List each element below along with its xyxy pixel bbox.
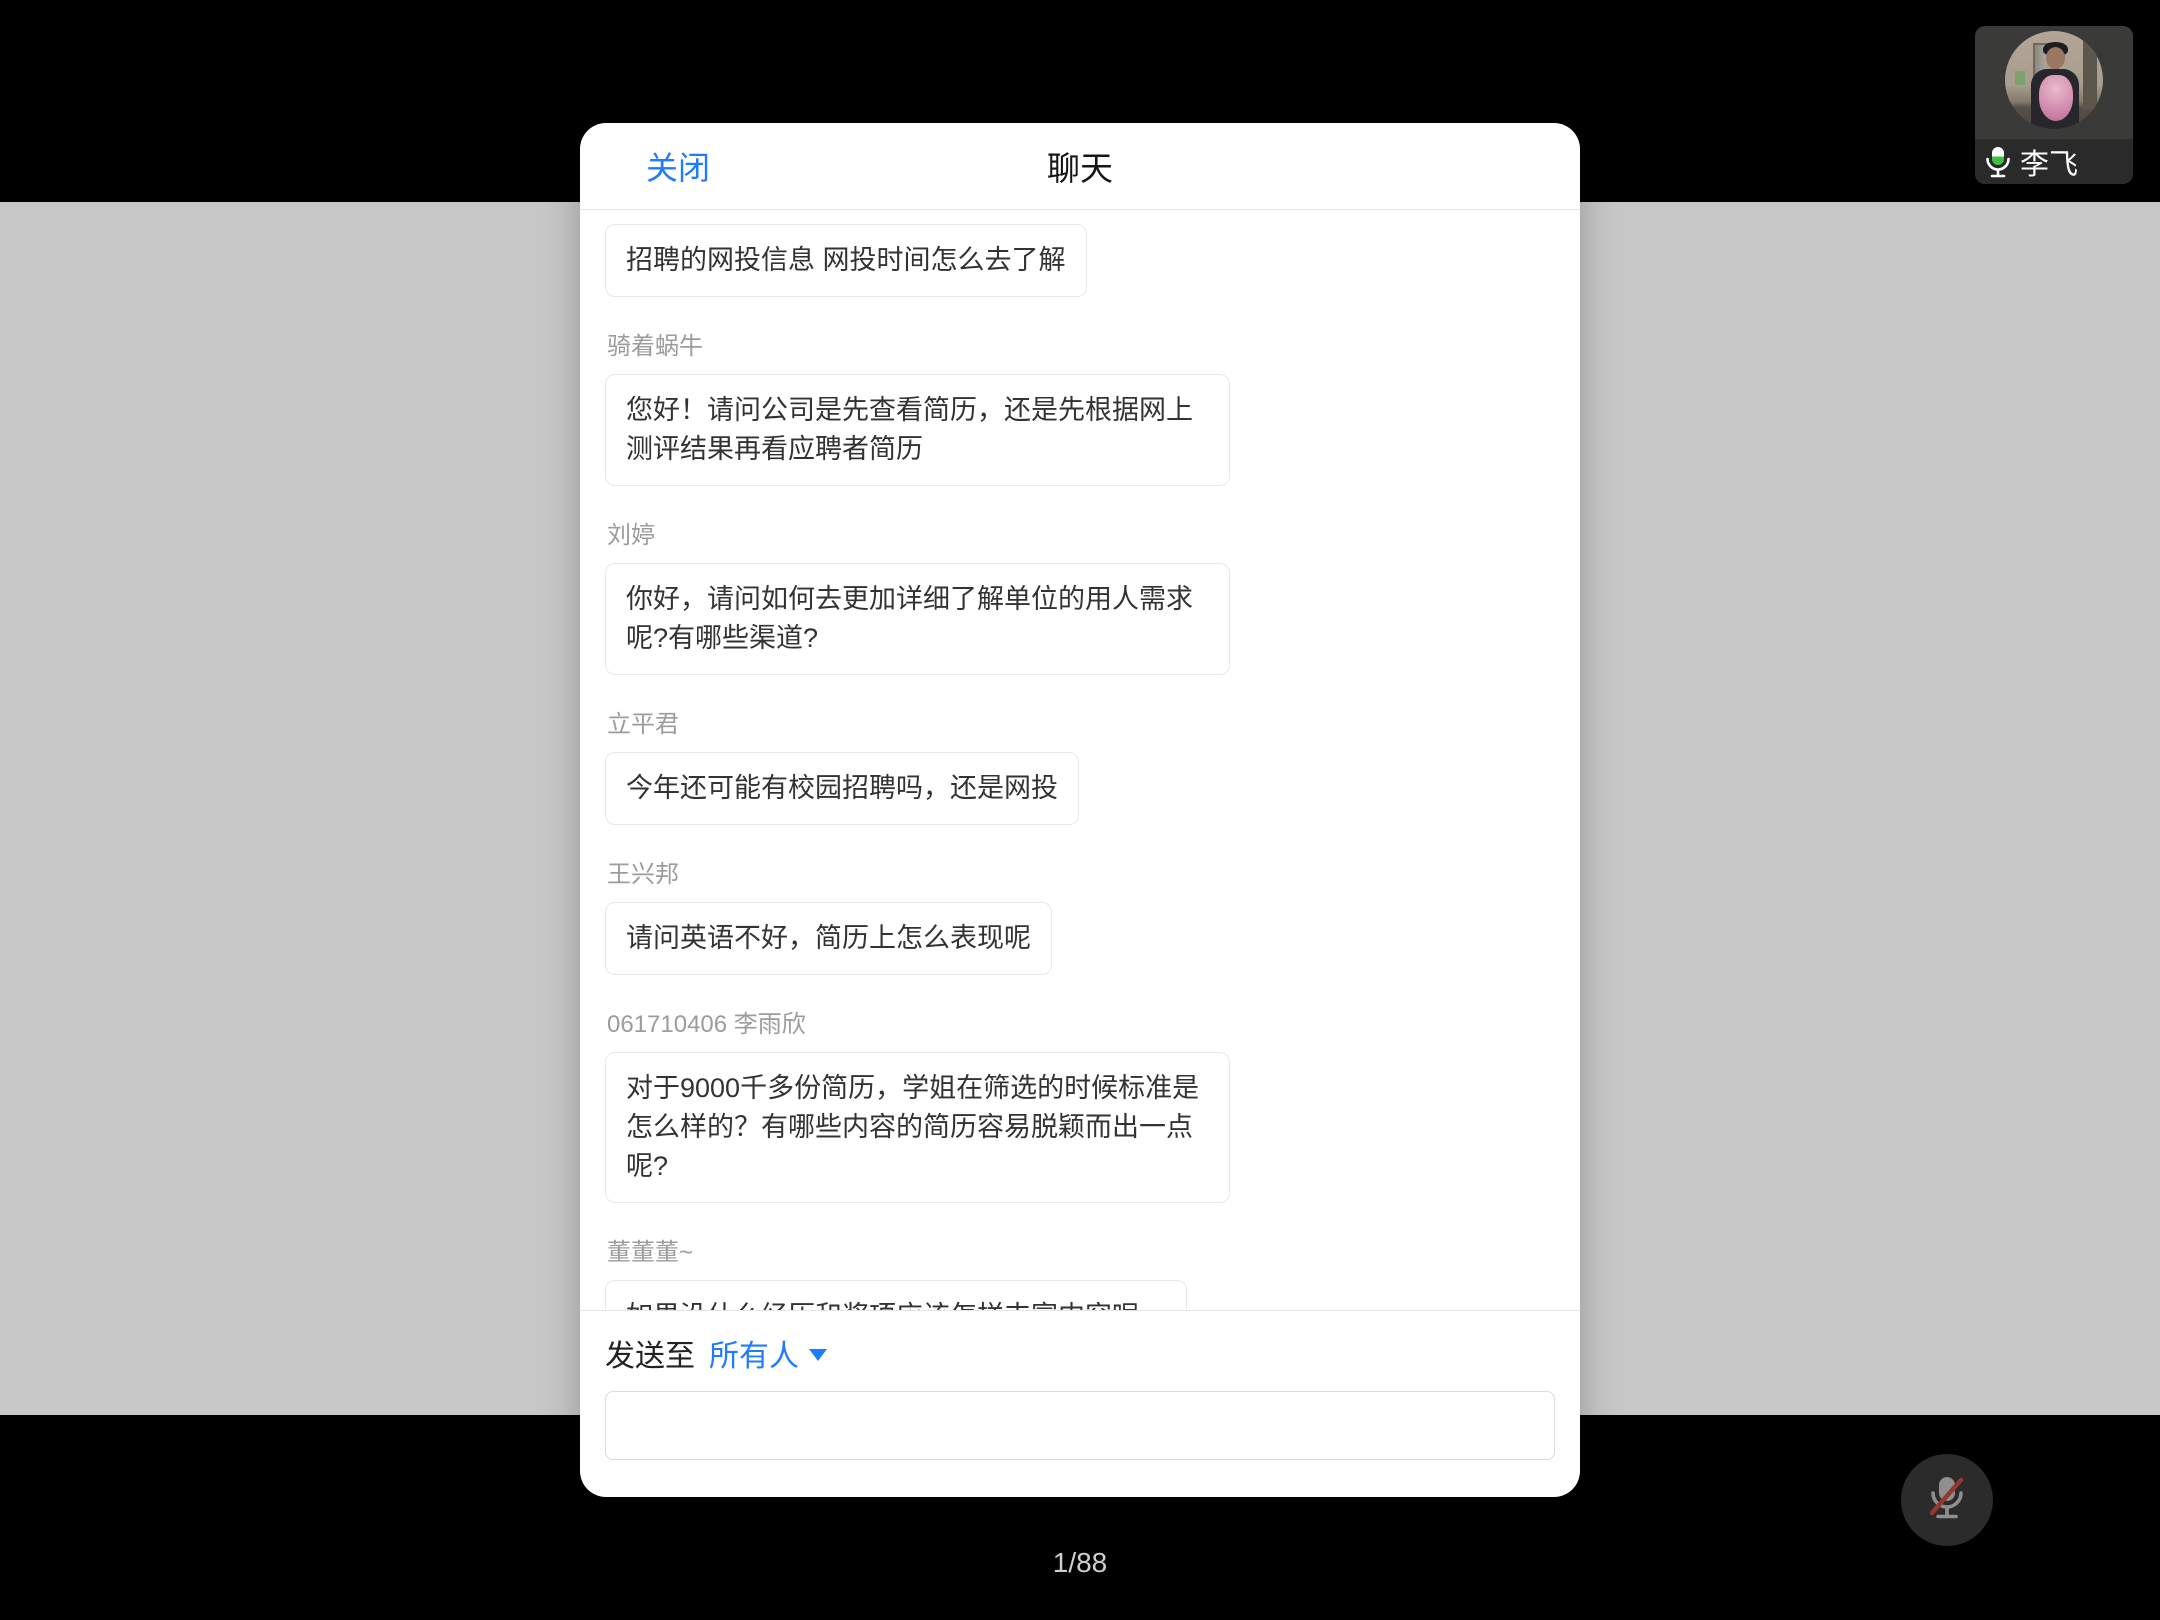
chat-message: 王兴邦 请问英语不好，简历上怎么表现呢 bbox=[605, 861, 1555, 975]
message-sender-name: 061710406 李雨欣 bbox=[607, 1011, 1555, 1039]
participant-video-tile[interactable]: 李飞 bbox=[1975, 26, 2133, 184]
send-to-row: 发送至 所有人 bbox=[605, 1333, 1555, 1373]
participant-label-bar: 李飞 bbox=[1975, 139, 2133, 184]
message-input[interactable] bbox=[605, 1391, 1555, 1460]
chat-modal-header: 关闭 聊天 bbox=[580, 123, 1580, 210]
chat-message: 刘婷 你好，请问如何去更加详细了解单位的用人需求呢?有哪些渠道? bbox=[605, 522, 1555, 675]
mic-muted-icon bbox=[1921, 1472, 1973, 1528]
avatar-photo-door bbox=[2083, 31, 2097, 109]
message-bubble: 对于9000千多份简历，学姐在筛选的时候标准是怎么样的？有哪些内容的简历容易脱颖… bbox=[605, 1052, 1230, 1203]
message-sender-name: 刘婷 bbox=[607, 522, 1555, 550]
send-to-label: 发送至 bbox=[605, 1331, 695, 1375]
message-sender-name: 骑着蜗牛 bbox=[607, 333, 1555, 361]
avatar-photo-bouquet bbox=[2039, 75, 2073, 121]
message-sender-name: 董董董~ bbox=[607, 1239, 1555, 1267]
chat-modal: 关闭 聊天 招聘的网投信息 网投时间怎么去了解 骑着蜗牛 您好！请问公司是先查看… bbox=[580, 123, 1580, 1497]
message-bubble: 请问英语不好，简历上怎么表现呢 bbox=[605, 902, 1052, 975]
meeting-screen: 李飞 关闭 聊天 招聘的网投信息 网投时间怎么去了解 骑着蜗牛 您好！请问公司是… bbox=[0, 0, 2160, 1620]
recipient-name: 所有人 bbox=[709, 1331, 799, 1375]
recipient-selector[interactable]: 所有人 bbox=[709, 1331, 827, 1375]
message-sender-name: 立平君 bbox=[607, 711, 1555, 739]
microphone-muted-button[interactable] bbox=[1901, 1454, 1993, 1546]
message-sender-name: 王兴邦 bbox=[607, 861, 1555, 889]
participant-name: 李飞 bbox=[2020, 141, 2078, 183]
message-bubble: 你好，请问如何去更加详细了解单位的用人需求呢?有哪些渠道? bbox=[605, 563, 1230, 675]
chat-message: 061710406 李雨欣 对于9000千多份简历，学姐在筛选的时候标准是怎么样… bbox=[605, 1011, 1555, 1203]
chat-message: 董董董~ 如果没什么经历和奖项应该怎样丰富内容呢、 bbox=[605, 1239, 1555, 1310]
message-bubble: 您好！请问公司是先查看简历，还是先根据网上测评结果再看应聘者简历 bbox=[605, 374, 1230, 486]
message-bubble: 招聘的网投信息 网投时间怎么去了解 bbox=[605, 224, 1087, 297]
chat-composer: 发送至 所有人 bbox=[580, 1310, 1580, 1497]
chat-title: 聊天 bbox=[580, 123, 1580, 209]
message-bubble: 今年还可能有校园招聘吗，还是网投 bbox=[605, 752, 1079, 825]
mic-active-icon bbox=[1985, 146, 2011, 178]
avatar-photo-sign bbox=[2015, 71, 2025, 85]
chevron-down-icon bbox=[809, 1349, 827, 1361]
page-indicator: 1/88 bbox=[0, 1547, 2160, 1579]
chat-message-list[interactable]: 招聘的网投信息 网投时间怎么去了解 骑着蜗牛 您好！请问公司是先查看简历，还是先… bbox=[580, 210, 1580, 1310]
avatar-photo-face bbox=[2046, 47, 2065, 69]
message-bubble: 如果没什么经历和奖项应该怎样丰富内容呢、 bbox=[605, 1280, 1187, 1310]
chat-message: 骑着蜗牛 您好！请问公司是先查看简历，还是先根据网上测评结果再看应聘者简历 bbox=[605, 333, 1555, 486]
chat-message: 招聘的网投信息 网投时间怎么去了解 bbox=[605, 224, 1555, 297]
participant-avatar bbox=[2005, 31, 2103, 129]
chat-message: 立平君 今年还可能有校园招聘吗，还是网投 bbox=[605, 711, 1555, 825]
